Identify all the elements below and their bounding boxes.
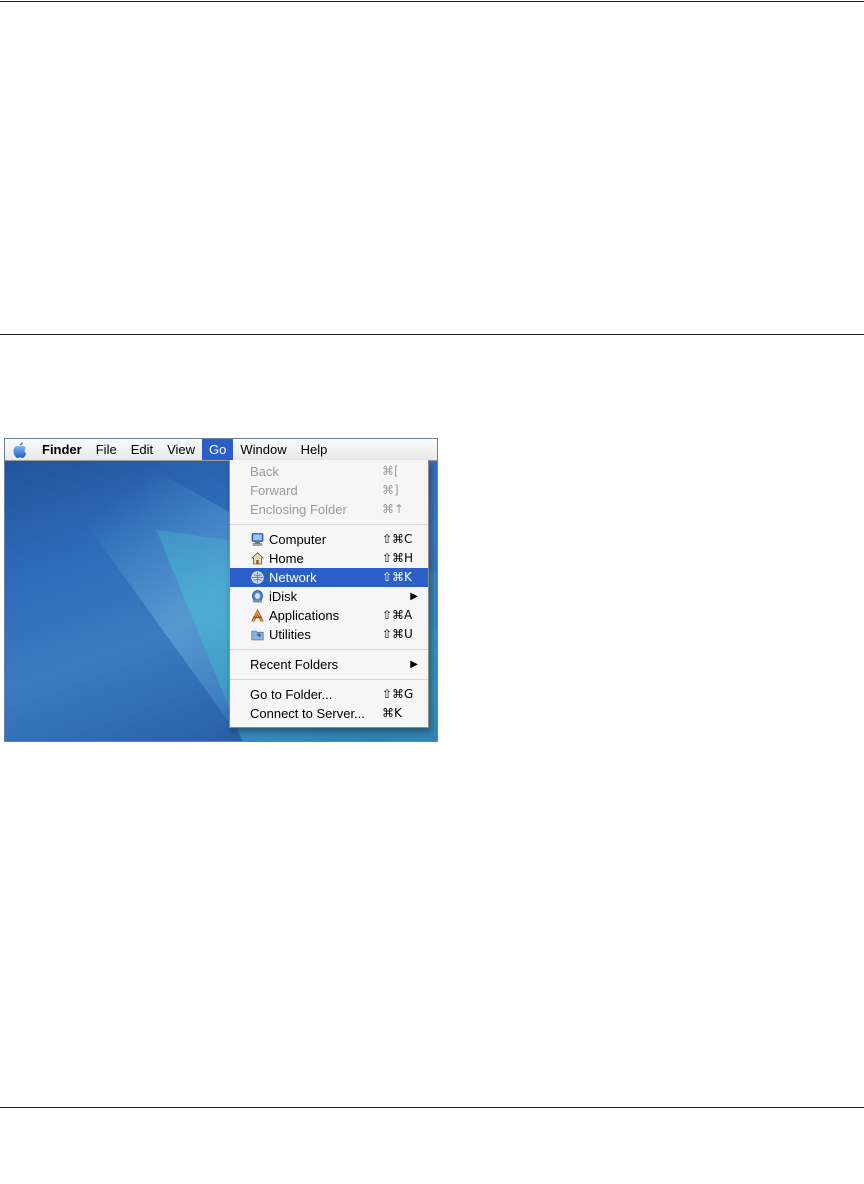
menu-item-label: Computer [269,532,327,547]
menu-item-connect-to-server[interactable]: Connect to Server... ⌘K [230,704,428,723]
utilities-icon [250,628,264,642]
menu-item-label: Applications [269,608,340,623]
menu-item-label: Connect to Server... [250,706,365,721]
go-menu-dropdown: Back ⌘[ Forward ⌘] Enclosing Folder ⌘↑ C… [229,460,429,728]
menu-help[interactable]: Help [294,439,335,460]
shortcut: ⇧⌘G [382,687,414,701]
section-rule [0,334,864,335]
shortcut: ⌘K [382,706,402,720]
menu-item-utilities[interactable]: Utilities ⇧⌘U [230,625,428,644]
bottom-rule [0,1107,864,1108]
menu-item-label: iDisk [269,589,298,604]
shortcut: ⇧⌘A [382,608,413,622]
idisk-icon [250,590,264,604]
menu-separator [230,524,428,525]
menu-item-applications[interactable]: Applications ⇧⌘A [230,606,428,625]
shortcut: ⌘↑ [382,502,405,516]
menu-go[interactable]: Go [202,439,234,460]
computer-icon [250,533,264,547]
menu-window[interactable]: Window [233,439,293,460]
shortcut: ⌘[ [382,464,399,478]
menu-separator [230,649,428,650]
menu-finder[interactable]: Finder [35,439,89,460]
menu-item-go-to-folder[interactable]: Go to Folder... ⇧⌘G [230,685,428,704]
menu-item-back[interactable]: Back ⌘[ [230,462,428,481]
home-icon [250,552,264,566]
menu-item-recent-folders[interactable]: Recent Folders ▶ [230,655,428,674]
menu-item-computer[interactable]: Computer ⇧⌘C [230,530,428,549]
menu-item-enclosing-folder[interactable]: Enclosing Folder ⌘↑ [230,500,428,519]
menu-item-label: Back [250,464,279,479]
shortcut: ⌘] [382,483,399,497]
menu-file[interactable]: File [89,439,124,460]
top-rule [0,1,864,2]
menu-item-label: Home [269,551,304,566]
network-icon [250,571,264,585]
menu-item-label: Utilities [269,627,311,642]
menu-item-label: Network [269,570,317,585]
mac-screenshot: Finder File Edit View Go Window Help Bac… [4,438,438,742]
shortcut: ⇧⌘U [382,627,413,641]
menu-bar: Finder File Edit View Go Window Help [5,439,437,461]
menu-separator [230,679,428,680]
apple-icon[interactable] [5,441,35,459]
shortcut: ⇧⌘C [382,532,413,546]
shortcut: ⇧⌘K [382,570,412,584]
menu-item-label: Go to Folder... [250,687,333,702]
shortcut: ⇧⌘H [382,551,414,565]
menu-item-network[interactable]: Network ⇧⌘K [230,568,428,587]
submenu-arrow-icon: ▶ [410,659,418,670]
submenu-arrow-icon: ▶ [410,591,418,602]
menu-item-forward[interactable]: Forward ⌘] [230,481,428,500]
menu-edit[interactable]: Edit [124,439,160,460]
menu-item-home[interactable]: Home ⇧⌘H [230,549,428,568]
menu-item-label: Forward [250,483,298,498]
menu-item-idisk[interactable]: iDisk ▶ [230,587,428,606]
menu-item-label: Recent Folders [250,657,339,672]
menu-item-label: Enclosing Folder [250,502,347,517]
applications-icon [250,609,264,623]
menu-view[interactable]: View [160,439,202,460]
